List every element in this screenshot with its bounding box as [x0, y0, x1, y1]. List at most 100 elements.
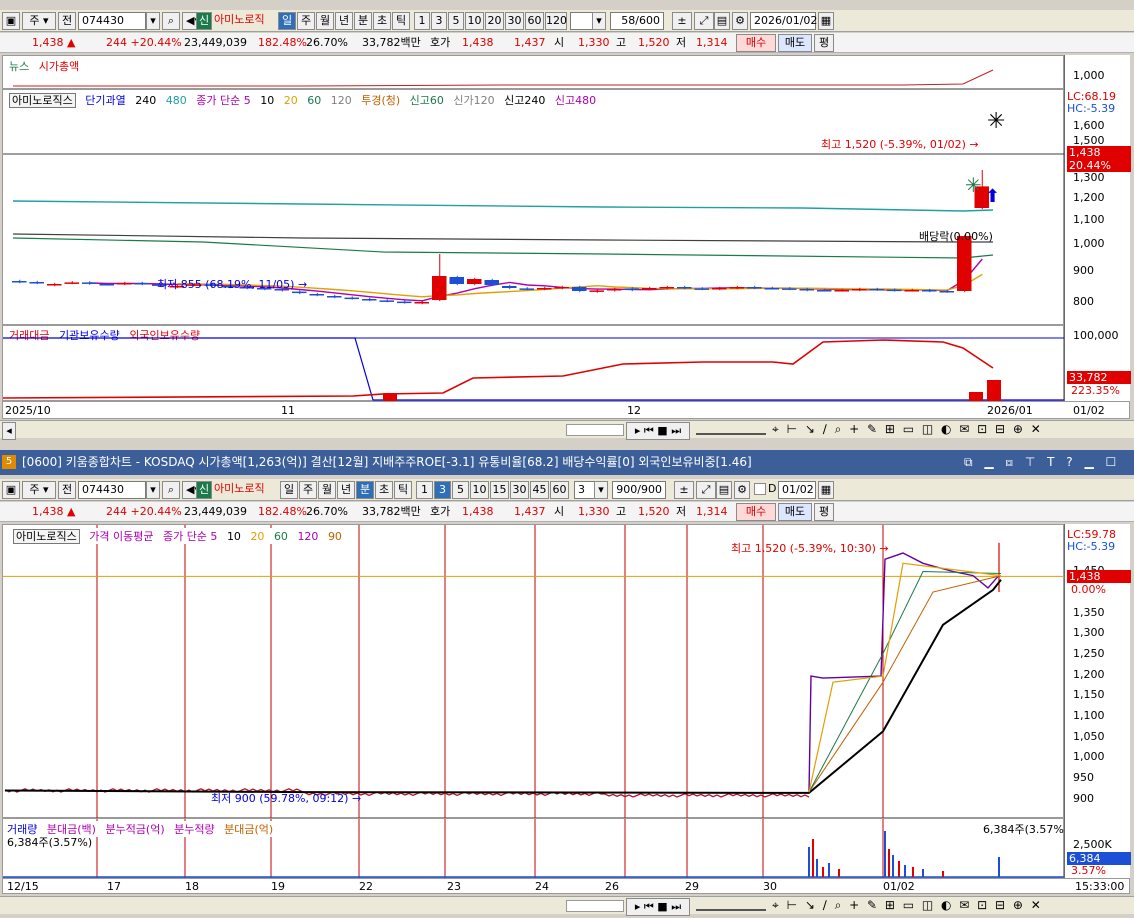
- bottom-period-tab-4[interactable]: 분: [356, 481, 374, 499]
- bottom-zoom-icon[interactable]: ⤢: [696, 481, 716, 499]
- chart-menu-icon[interactable]: ▣: [2, 12, 20, 30]
- gear-icon[interactable]: ⚙: [732, 12, 748, 30]
- interval-button-2[interactable]: 5: [448, 12, 464, 30]
- bottom-plus-minus-icon[interactable]: ±: [674, 481, 694, 499]
- bottom-eval-button[interactable]: 평: [814, 503, 834, 521]
- calendar-icon[interactable]: ▦: [818, 12, 834, 30]
- legend-price-ma[interactable]: 가격 이동평균: [89, 530, 153, 543]
- interval-button-6[interactable]: 60: [525, 12, 544, 30]
- bottom-interval-button-6[interactable]: 45: [530, 481, 549, 499]
- period-tab-2[interactable]: 월: [316, 12, 334, 30]
- bottom-sell-button[interactable]: 매도: [778, 503, 812, 521]
- bottom-chart-menu-icon[interactable]: ▣: [2, 481, 20, 499]
- market-select[interactable]: 주 ▾: [22, 12, 56, 30]
- save-icon[interactable]: ▤: [714, 12, 730, 30]
- interval-button-5[interactable]: 30: [505, 12, 524, 30]
- buy-button[interactable]: 매수: [736, 34, 776, 52]
- bottom-legend-ma120[interactable]: 120: [297, 530, 318, 543]
- candle-body-20: [362, 299, 377, 301]
- legend-cum-amount[interactable]: 분누적금(억): [105, 823, 164, 836]
- code-input[interactable]: 074430: [78, 12, 146, 30]
- bottom-low-label: 저: [676, 505, 687, 518]
- bottom-stock-legend[interactable]: 아미노로직스: [13, 529, 80, 544]
- bottom-scrollbar-thumb[interactable]: [566, 900, 624, 912]
- bottom-interval-button-2[interactable]: 5: [452, 481, 469, 499]
- bottom-prev-button[interactable]: 전: [58, 481, 76, 499]
- bottom-interval-button-3[interactable]: 10: [470, 481, 489, 499]
- bottom-playback-controls[interactable]: ▸ ⏮ ■ ⏭: [626, 898, 690, 916]
- legend-min-amount-eok[interactable]: 분대금(억): [224, 823, 273, 836]
- bottom-interval-button-5[interactable]: 30: [510, 481, 529, 499]
- candle-body-48: [852, 289, 867, 291]
- bottom-search-icon[interactable]: ⌕: [162, 481, 180, 499]
- sell-button[interactable]: 매도: [778, 34, 812, 52]
- period-tab-5[interactable]: 초: [373, 12, 391, 30]
- top-vol-axis-label: 100,000: [1073, 329, 1119, 342]
- legend-cum-volume[interactable]: 분누적량: [174, 823, 214, 836]
- candle-body-37: [659, 287, 674, 289]
- bottom-checkbox[interactable]: [754, 483, 766, 495]
- interval-button-4[interactable]: 20: [485, 12, 504, 30]
- bottom-save-icon[interactable]: ▤: [716, 481, 732, 499]
- playback-controls[interactable]: ▸ ⏮ ■ ⏭: [626, 422, 690, 440]
- candle-body-1: [29, 282, 44, 284]
- bottom-buy-button[interactable]: 매수: [736, 503, 776, 521]
- candle-body-45: [799, 289, 814, 291]
- bottom-market-select[interactable]: 주 ▾: [22, 481, 56, 499]
- bottom-price-change: 244 +20.44%: [106, 505, 182, 518]
- bottom-legend-ma5[interactable]: 종가 단순 5: [163, 530, 217, 543]
- bottom-calendar-icon[interactable]: ▦: [818, 481, 834, 499]
- bottom-zoom-slider[interactable]: [696, 901, 766, 911]
- period-tab-0[interactable]: 일: [278, 12, 296, 30]
- interval-button-0[interactable]: 1: [414, 12, 430, 30]
- bottom-legend-ma10[interactable]: 10: [227, 530, 241, 543]
- plus-minus-icon[interactable]: ±: [672, 12, 692, 30]
- search-icon[interactable]: ⌕: [162, 12, 180, 30]
- bottom-date-input[interactable]: 01/02: [778, 481, 816, 499]
- interval-button-7[interactable]: 120: [545, 12, 567, 30]
- period-tab-6[interactable]: 틱: [392, 12, 410, 30]
- bottom-interval-button-4[interactable]: 15: [490, 481, 509, 499]
- bottom-period-tab-1[interactable]: 주: [299, 481, 317, 499]
- interval-button-1[interactable]: 3: [431, 12, 447, 30]
- period-tab-3[interactable]: 년: [335, 12, 353, 30]
- bot-vol-axis-label: 2,500K: [1073, 838, 1112, 851]
- bottom-price-legend: 아미노로직스 가격 이동평균 종가 단순 5 10 20 60 120 90: [13, 528, 348, 544]
- bottom-drawing-tools-icon[interactable]: ⌖ ⊢ ↘ ∕ ⌕ + ✎ ⊞ ▭ ◫ ◐ ✉ ⊡ ⊟ ⊕ ✕: [772, 898, 1043, 913]
- bottom-stock-name[interactable]: 아미노로직: [214, 481, 265, 497]
- scrollbar-thumb[interactable]: [566, 424, 624, 436]
- bottom-interval-button-1[interactable]: 3: [434, 481, 451, 499]
- zoom-icon[interactable]: ⤢: [694, 12, 714, 30]
- bottom-period-tab-0[interactable]: 일: [280, 481, 298, 499]
- bottom-code-input[interactable]: 074430: [78, 481, 146, 499]
- blank-dropdown-icon[interactable]: ▾: [592, 12, 606, 30]
- bottom-interval-button-0[interactable]: 1: [416, 481, 433, 499]
- count-input[interactable]: 58/600: [610, 12, 664, 30]
- drawing-tools-icon[interactable]: ⌖ ⊢ ↘ ∕ ⌕ + ✎ ⊞ ▭ ◫ ◐ ✉ ⊡ ⊟ ⊕ ✕: [772, 422, 1043, 437]
- stock-name[interactable]: 아미노로직: [214, 12, 265, 28]
- bottom-period-tab-3[interactable]: 년: [337, 481, 355, 499]
- code-dropdown-icon[interactable]: ▾: [146, 12, 160, 30]
- interval-button-3[interactable]: 10: [465, 12, 484, 30]
- prev-button[interactable]: 전: [58, 12, 76, 30]
- bottom-high-annotation: 최고 1,520 (-5.39%, 10:30) →: [731, 542, 889, 555]
- date-input[interactable]: 2026/01/02: [750, 12, 817, 30]
- bottom-interval-dropdown-icon[interactable]: ▾: [594, 481, 608, 499]
- bottom-code-dropdown-icon[interactable]: ▾: [146, 481, 160, 499]
- bottom-legend-ma60[interactable]: 60: [274, 530, 288, 543]
- candle-body-35: [624, 288, 639, 290]
- bottom-period-tab-5[interactable]: 초: [375, 481, 393, 499]
- zoom-slider[interactable]: [696, 425, 766, 435]
- bottom-gear-icon[interactable]: ⚙: [734, 481, 750, 499]
- bottom-legend-ma90[interactable]: 90: [328, 530, 342, 543]
- bottom-interval-input[interactable]: 3: [574, 481, 596, 499]
- bottom-count-input[interactable]: 900/900: [612, 481, 666, 499]
- bottom-legend-ma20[interactable]: 20: [250, 530, 264, 543]
- period-tab-1[interactable]: 주: [297, 12, 315, 30]
- bottom-period-tab-2[interactable]: 월: [318, 481, 336, 499]
- period-tab-4[interactable]: 분: [354, 12, 372, 30]
- bottom-period-tab-6[interactable]: 틱: [394, 481, 412, 499]
- scroll-left-icon[interactable]: ◂: [2, 422, 16, 440]
- eval-button[interactable]: 평: [814, 34, 834, 52]
- bottom-interval-button-7[interactable]: 60: [550, 481, 569, 499]
